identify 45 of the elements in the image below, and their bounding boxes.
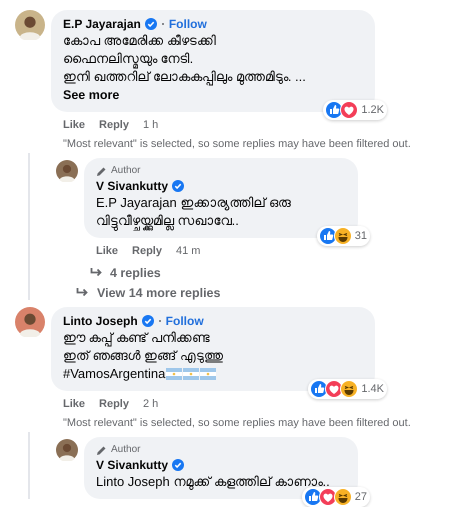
avatar-icon[interactable] (15, 10, 45, 40)
comment-action-link[interactable]: Like (63, 397, 86, 411)
commenter-name[interactable]: Linto Joseph (63, 313, 138, 329)
reaction-summary[interactable]: 1.4K (308, 379, 387, 399)
pencil-icon (96, 166, 107, 176)
comment-text: വിട്ടുവീഴ്ചയ്ക്കുമില്ല സഖാവേ.. (96, 212, 239, 230)
comment-action-link[interactable]: Like (63, 118, 86, 132)
reaction-summary[interactable]: 27 (302, 487, 370, 507)
filter-note: "Most relevant" is selected, so some replies may have been filtered out. (62, 416, 412, 430)
timestamp[interactable]: 2 h (142, 397, 158, 411)
reaction-count[interactable]: 27 (354, 491, 367, 503)
reaction-summary[interactable]: 1.2K (323, 100, 387, 120)
pencil-icon (96, 444, 107, 456)
commenter-name[interactable]: E.P Jayarajan (63, 16, 141, 32)
comment-text: E.P Jayarajan ഇക്കാര്യത്തില് ഒരു (96, 194, 291, 212)
follow-link[interactable]: Follow (168, 16, 207, 32)
reply-action-link[interactable]: Like (96, 244, 118, 258)
commenter-name[interactable]: V Sivankutty (96, 178, 168, 194)
avatar-icon[interactable] (56, 439, 78, 461)
reply-arrow-icon (90, 268, 103, 278)
follow-link[interactable]: Follow (166, 313, 204, 329)
reaction-count[interactable]: 31 (354, 230, 367, 242)
avatar-icon[interactable] (15, 307, 45, 337)
replies-link[interactable]: 4 replies (110, 266, 161, 280)
comment-text: ഇനി ഖത്തറില് ലോകകപ്പിലും മുത്തമിടും. ... (63, 68, 306, 86)
comment-text: #VamosArgentina (63, 365, 166, 383)
author-label: Author (111, 164, 140, 178)
comment-text: ഫൈനലിസ്മയും നേടി. (63, 50, 194, 68)
reply-arrow-icon (76, 288, 89, 298)
reaction-count[interactable]: 1.2K (361, 104, 384, 116)
reaction-summary[interactable]: 31 (316, 226, 370, 246)
comment-action-link[interactable]: Reply (99, 397, 129, 411)
author-label: Author (111, 443, 140, 457)
reply-action-link[interactable]: Reply (132, 244, 162, 258)
filter-note: "Most relevant" is selected, so some replies may have been filtered out. (62, 137, 412, 151)
reaction-count[interactable]: 1.4K (361, 383, 384, 395)
comment-text: ഈ കപ്പ് കണ്ട് പനിക്കണ്ട (63, 329, 210, 347)
comment-action-link[interactable]: Reply (99, 118, 129, 132)
commenter-name[interactable]: V Sivankutty (96, 457, 168, 473)
timestamp[interactable]: 1 h (142, 118, 158, 132)
view-more-replies-link[interactable]: View 14 more replies (97, 286, 220, 300)
comment-text: കോപ അമേരിക്ക കീഴടക്കി (63, 32, 216, 50)
avatar-icon[interactable] (56, 160, 78, 182)
timestamp[interactable]: 41 m (176, 244, 200, 258)
comment-text: ഇത് ഞങ്ങൾ ഇങ്ങ് എടുത്തു (63, 347, 223, 365)
